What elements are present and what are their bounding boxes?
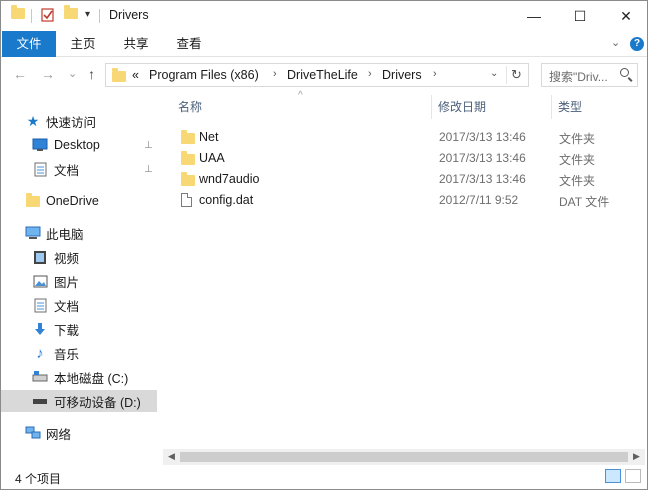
star-icon: ★: [26, 112, 40, 129]
nav-item-documents[interactable]: 文档: [1, 294, 157, 316]
divider: [31, 9, 32, 23]
column-header-date[interactable]: 修改日期: [438, 93, 548, 121]
nav-item-downloads[interactable]: 下载: [1, 318, 157, 340]
pin-icon[interactable]: ⊥: [144, 164, 153, 175]
nav-item-local-disk[interactable]: 本地磁盘 (C:): [1, 366, 157, 388]
horizontal-scrollbar[interactable]: ◀ ▶: [163, 449, 645, 466]
title-bar: ▾ Drivers — ☐ ✕: [1, 1, 647, 31]
tab-file[interactable]: 文件: [2, 31, 56, 57]
download-icon: [32, 321, 48, 337]
column-divider[interactable]: [551, 95, 552, 119]
search-placeholder: 搜索"Driv...: [549, 70, 608, 84]
tab-home[interactable]: 主页: [63, 31, 103, 57]
usb-drive-icon: [32, 393, 48, 409]
breadcrumb-overflow[interactable]: «: [132, 68, 139, 82]
video-icon: [32, 249, 48, 265]
forward-button[interactable]: →: [41, 66, 55, 82]
large-icons-view-button[interactable]: [625, 469, 641, 483]
file-row-config-dat[interactable]: config.dat 2012/7/11 9:52 DAT 文件: [174, 190, 634, 211]
minimize-button[interactable]: —: [511, 1, 557, 31]
file-icon: [181, 193, 192, 210]
ribbon-tabs: 文件 主页 共享 查看 ⌄ ?: [1, 31, 647, 57]
back-button[interactable]: ←: [13, 66, 27, 82]
address-dropdown-button[interactable]: ⌄: [490, 68, 498, 79]
new-folder-icon[interactable]: [64, 5, 78, 19]
tab-view[interactable]: 查看: [169, 31, 209, 57]
scroll-left-icon[interactable]: ◀: [168, 451, 175, 462]
navigation-pane: ★ 快速访问 Desktop ⊥ 文档 ⊥ OneDrive 此电脑 视频 图片: [1, 93, 159, 465]
details-view-button[interactable]: [605, 469, 621, 483]
pin-icon[interactable]: ⊥: [144, 140, 153, 151]
breadcrumb-drivethelife[interactable]: DriveTheLife: [287, 68, 358, 82]
folder-icon: [181, 130, 195, 147]
breadcrumb-program-files[interactable]: Program Files (x86): [149, 68, 259, 82]
breadcrumb-separator[interactable]: ›: [273, 68, 277, 80]
desktop-icon: [32, 137, 48, 153]
network-icon: [25, 425, 41, 441]
customize-toolbar-icon[interactable]: ▾: [85, 9, 90, 20]
search-icon[interactable]: [620, 68, 629, 77]
file-row-net[interactable]: Net 2017/3/13 13:46 文件夹: [174, 127, 634, 148]
picture-icon: [32, 273, 48, 289]
divider: [99, 9, 100, 23]
hard-drive-icon: [32, 369, 48, 385]
breadcrumb-separator[interactable]: ›: [368, 68, 372, 80]
breadcrumb-drivers[interactable]: Drivers: [382, 68, 422, 82]
column-header-name[interactable]: 名称: [178, 93, 418, 121]
maximize-button[interactable]: ☐: [557, 1, 603, 31]
file-row-wnd7audio[interactable]: wnd7audio 2017/3/13 13:46 文件夹: [174, 169, 634, 190]
nav-item-network[interactable]: 网络: [1, 422, 157, 444]
column-header-type[interactable]: 类型: [558, 93, 638, 121]
music-icon: ♪: [36, 344, 44, 362]
help-icon[interactable]: ?: [630, 37, 644, 51]
address-row: ← → ⌄ ↑ « Program Files (x86) › DriveThe…: [1, 57, 647, 93]
status-bar: 4 个项目: [1, 465, 647, 489]
close-button[interactable]: ✕: [603, 1, 647, 31]
item-count: 4 个项目: [15, 472, 62, 486]
up-button[interactable]: ↑: [88, 66, 95, 82]
search-input[interactable]: 搜索"Driv...: [541, 63, 638, 87]
folder-icon: [25, 192, 41, 209]
document-icon: [32, 297, 48, 313]
scroll-right-icon[interactable]: ▶: [633, 451, 640, 462]
document-icon: [32, 161, 48, 177]
computer-icon: [25, 225, 41, 241]
file-row-uaa[interactable]: UAA 2017/3/13 13:46 文件夹: [174, 148, 634, 169]
folder-icon: [181, 172, 195, 189]
file-list: ^ 名称 修改日期 类型 Net 2017/3/13 13:46 文件夹 UAA…: [160, 90, 647, 465]
breadcrumb-separator[interactable]: ›: [433, 68, 437, 80]
column-divider[interactable]: [431, 95, 432, 119]
nav-item-desktop[interactable]: Desktop ⊥: [1, 134, 157, 156]
nav-item-pictures[interactable]: 图片: [1, 270, 157, 292]
recent-locations-button[interactable]: ⌄: [68, 67, 77, 80]
tab-share[interactable]: 共享: [116, 31, 156, 57]
nav-item-videos[interactable]: 视频: [1, 246, 157, 268]
scrollbar-thumb[interactable]: [180, 452, 628, 462]
folder-icon: [112, 68, 126, 85]
window-title: Drivers: [109, 8, 149, 22]
folder-icon: [181, 151, 195, 168]
properties-icon[interactable]: [41, 7, 55, 22]
expand-ribbon-icon[interactable]: ⌄: [611, 36, 620, 49]
refresh-button[interactable]: ↻: [506, 66, 526, 84]
nav-item-documents-pinned[interactable]: 文档 ⊥: [1, 158, 157, 180]
nav-item-music[interactable]: ♪ 音乐: [1, 342, 157, 364]
nav-item-onedrive[interactable]: OneDrive: [1, 190, 157, 212]
nav-item-removable-drive[interactable]: 可移动设备 (D:): [1, 390, 157, 412]
explorer-window: ▾ Drivers — ☐ ✕ 文件 主页 共享 查看 ⌄ ? ← → ⌄ ↑ …: [0, 0, 648, 490]
address-bar[interactable]: « Program Files (x86) › DriveTheLife › D…: [105, 63, 529, 87]
nav-item-this-pc[interactable]: 此电脑: [1, 222, 157, 244]
folder-icon: [11, 5, 25, 19]
nav-item-quick-access[interactable]: ★ 快速访问: [1, 110, 157, 132]
